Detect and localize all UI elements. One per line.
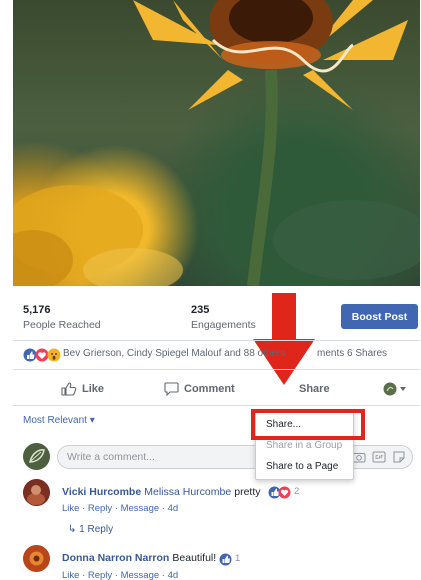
commenter-avatar[interactable]: [23, 545, 50, 572]
share-button[interactable]: Share: [299, 377, 330, 401]
divider: [13, 369, 420, 370]
comment-body: Donna Narron Narron Beautiful!: [62, 552, 216, 564]
page-avatar: [23, 443, 50, 470]
reaction-icons: [23, 348, 61, 362]
engagements-label: Engagements: [191, 319, 256, 331]
divider: [13, 405, 420, 406]
commenter-name[interactable]: Donna Narron Narron: [62, 552, 169, 564]
red-highlight-annotation: [251, 409, 365, 440]
comment-sort-dropdown[interactable]: Most Relevant ▾: [23, 415, 95, 426]
leaf-logo-icon: [29, 449, 45, 463]
comment-label: Comment: [184, 383, 235, 395]
reaction-names[interactable]: Bev Grierson, Cindy Spiegel Malouf and 8…: [63, 348, 285, 359]
share-in-group-option[interactable]: Share in a Group: [266, 440, 342, 451]
reactions-summary[interactable]: Bev Grierson, Cindy Spiegel Malouf and 8…: [13, 346, 420, 364]
comment-button[interactable]: Comment: [164, 377, 235, 401]
people-reached-label: People Reached: [23, 319, 101, 331]
comment-body: Vicki Hurcombe Melissa Hurcombe pretty: [62, 486, 261, 498]
comment-text: pretty: [234, 486, 261, 498]
comment-item: Donna Narron Narron Beautiful! 1 Like · …: [23, 542, 415, 580]
write-comment-row: Write a comment...: [23, 443, 415, 471]
like-love-reaction-icons[interactable]: [268, 486, 292, 499]
sticker-icon[interactable]: [392, 450, 406, 464]
comment-actions[interactable]: Like · Reply · Message · 4d: [62, 503, 178, 514]
engagements-count: 235: [191, 304, 210, 316]
comment-bubble-icon: [164, 382, 179, 396]
post-as-selector[interactable]: [383, 377, 412, 401]
comment-input-placeholder: Write a comment...: [67, 451, 155, 463]
commenter-name[interactable]: Vicki Hurcombe: [62, 486, 141, 498]
like-reaction-icon[interactable]: [219, 553, 232, 566]
comment-input[interactable]: Write a comment...: [57, 445, 413, 469]
page-avatar-dropdown-icon: [383, 382, 406, 396]
comment-text: Beautiful!: [172, 552, 217, 564]
camera-icon[interactable]: [352, 450, 366, 464]
post-actions-bar: Like Comment Share: [13, 375, 420, 403]
view-replies-link[interactable]: ↳ 1 Reply: [68, 524, 113, 535]
share-to-page-option[interactable]: Share to a Page: [266, 461, 338, 472]
tagged-person[interactable]: Melissa Hurcombe: [144, 486, 231, 498]
avatar-photo: [23, 545, 50, 572]
post-insights: 5,176 People Reached 235 Engagements Boo…: [13, 300, 420, 334]
people-reached-count: 5,176: [23, 304, 51, 316]
sunflower-illustration: [13, 0, 420, 286]
divider: [13, 340, 420, 341]
like-label: Like: [82, 383, 105, 395]
like-button[interactable]: Like: [61, 377, 104, 401]
boost-post-button[interactable]: Boost Post: [341, 304, 418, 329]
post-photo[interactable]: [13, 0, 420, 286]
comment-item: Vicki Hurcombe Melissa Hurcombe pretty 2…: [23, 476, 415, 538]
gif-icon[interactable]: [372, 450, 386, 464]
share-label: Share: [299, 383, 330, 395]
reaction-count[interactable]: 1: [235, 553, 240, 564]
thumbs-up-icon: [61, 382, 77, 396]
reaction-count[interactable]: 2: [294, 486, 299, 497]
avatar-photo: [23, 479, 50, 506]
comment-input-tools: [352, 450, 406, 464]
comments-shares-count[interactable]: ments 6 Shares: [317, 348, 387, 359]
commenter-avatar[interactable]: [23, 479, 50, 506]
comment-actions[interactable]: Like · Reply · Message · 4d: [62, 570, 178, 580]
